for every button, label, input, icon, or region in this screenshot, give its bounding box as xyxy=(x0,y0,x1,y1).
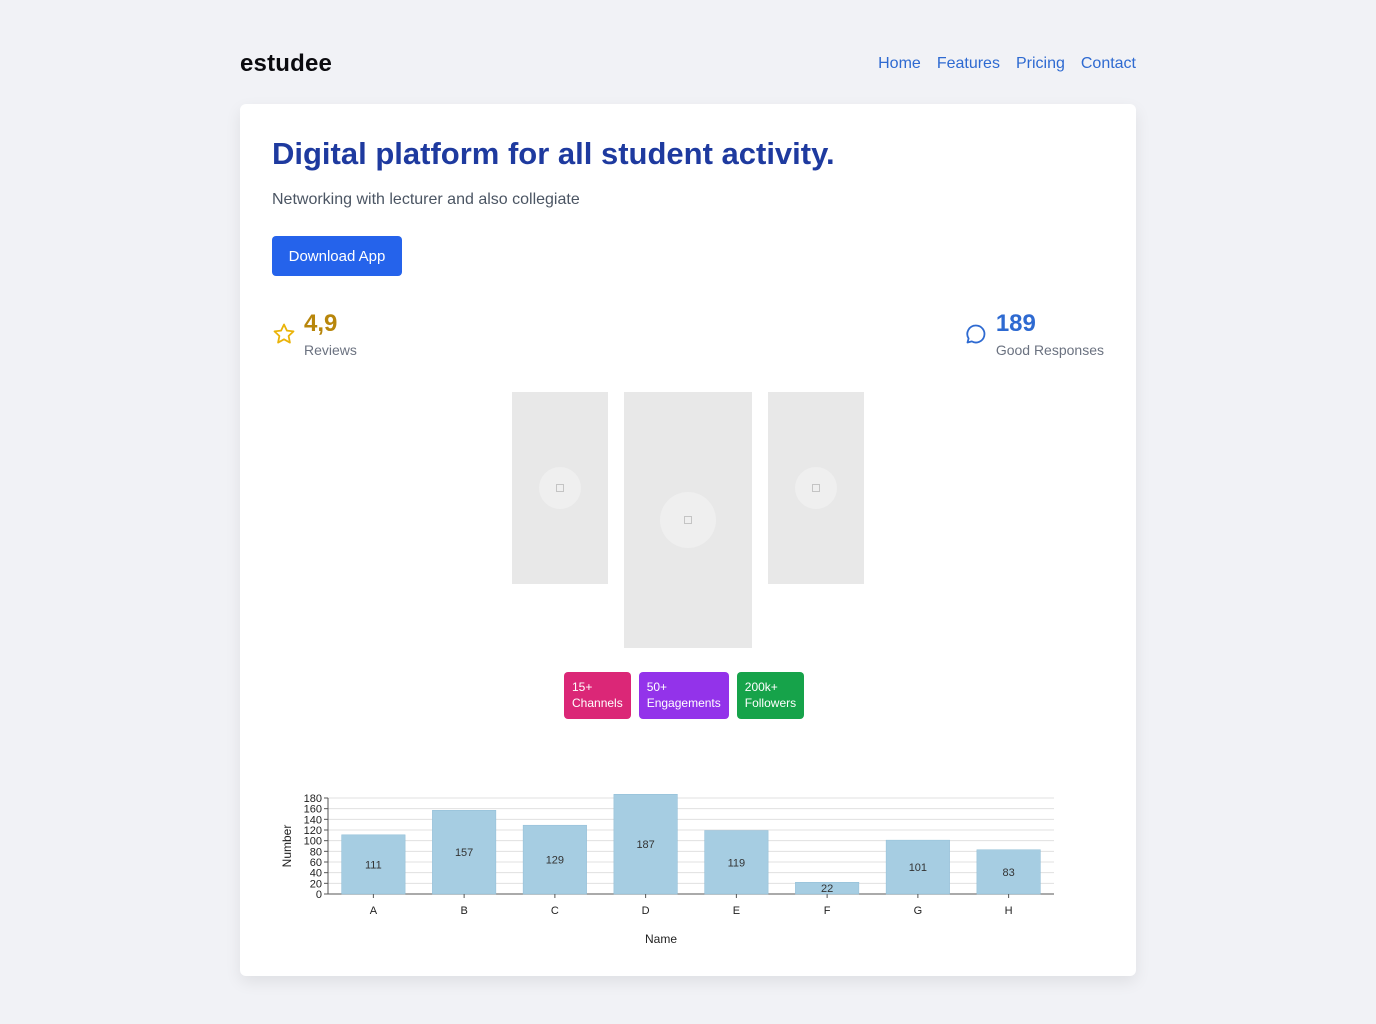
hero-subtitle: Networking with lecturer and also colleg… xyxy=(272,191,580,208)
badge-followers[interactable]: 200k+ Followers xyxy=(736,672,805,719)
y-tick-label: 0 xyxy=(316,889,322,901)
hero-card: Digital platform for all student activit… xyxy=(240,104,1136,976)
badge-label: Followers xyxy=(744,696,797,710)
badge-label: Engagements xyxy=(646,696,721,710)
x-tick-label: F xyxy=(824,905,831,917)
nav-link-pricing[interactable]: Pricing xyxy=(1016,55,1065,73)
x-axis-title: Name xyxy=(645,932,677,946)
reviews-stat: 4,9 Reviews xyxy=(272,310,357,358)
x-tick-label: H xyxy=(1005,905,1013,917)
y-tick-label: 100 xyxy=(304,836,322,848)
nav-link-features[interactable]: Features xyxy=(937,55,1000,73)
y-tick-label: 140 xyxy=(304,814,322,826)
bar-value-label: 129 xyxy=(546,855,564,867)
image-placeholder-icon xyxy=(539,467,581,509)
top-header: estudee Home Features Pricing Contact xyxy=(240,40,1136,88)
image-placeholder-icon xyxy=(795,467,837,509)
badge-label: Channels xyxy=(572,696,623,710)
app-screenshot-right xyxy=(768,392,864,584)
x-tick-label: C xyxy=(551,905,559,917)
responses-stat: 189 Good Responses xyxy=(964,310,1104,358)
x-tick-label: A xyxy=(370,905,378,917)
app-screenshot-center xyxy=(624,392,752,648)
brand-logo[interactable]: estudee xyxy=(240,50,332,78)
y-tick-label: 60 xyxy=(310,857,322,869)
reviews-value: 4,9 xyxy=(304,310,338,337)
y-tick-label: 80 xyxy=(310,846,322,858)
chat-bubble-icon xyxy=(966,324,986,344)
bar-value-label: 111 xyxy=(365,859,382,871)
bar-value-label: 101 xyxy=(909,862,927,874)
bar-value-label: 83 xyxy=(1003,867,1015,879)
badge-count: 50+ xyxy=(646,680,668,694)
bar-value-label: 157 xyxy=(455,847,473,859)
image-placeholder-icon xyxy=(660,492,716,548)
badge-count: 200k+ xyxy=(744,680,778,694)
y-axis-title: Number xyxy=(280,825,294,868)
responses-value: 189 xyxy=(995,310,1036,337)
x-tick-label: D xyxy=(642,905,650,917)
y-tick-label: 40 xyxy=(310,868,322,880)
bar-chart: 020406080100120140160180 111 A 157 B 129 C 187 D… xyxy=(280,793,1054,946)
nav-link-home[interactable]: Home xyxy=(878,55,921,73)
badge-engagements[interactable]: 50+ Engagements xyxy=(638,672,729,719)
star-icon xyxy=(273,323,295,344)
reviews-label: Reviews xyxy=(304,342,357,358)
hero-title: Digital platform for all student activit… xyxy=(272,136,835,171)
bar-value-label: 22 xyxy=(821,883,833,895)
badge-count: 15+ xyxy=(572,680,593,694)
bar-value-label: 119 xyxy=(728,857,746,869)
app-screenshot-left xyxy=(512,392,608,584)
badge-row: 15+ Channels 50+ Engagements 200k+ Follo… xyxy=(564,672,805,719)
x-tick-label: E xyxy=(733,905,740,917)
y-tick-label: 160 xyxy=(304,804,322,816)
badge-channels[interactable]: 15+ Channels xyxy=(564,672,631,719)
responses-label: Good Responses xyxy=(995,342,1104,358)
bar-value-label: 187 xyxy=(636,839,654,851)
nav-link-contact[interactable]: Contact xyxy=(1081,55,1136,73)
y-tick-label: 20 xyxy=(310,878,322,890)
x-tick-label: G xyxy=(914,905,923,917)
y-tick-label: 120 xyxy=(304,825,322,837)
download-app-button[interactable]: Download App xyxy=(272,236,402,276)
main-nav: Home Features Pricing Contact xyxy=(878,55,1136,73)
y-tick-label: 180 xyxy=(304,793,322,805)
x-tick-label: B xyxy=(460,905,467,917)
